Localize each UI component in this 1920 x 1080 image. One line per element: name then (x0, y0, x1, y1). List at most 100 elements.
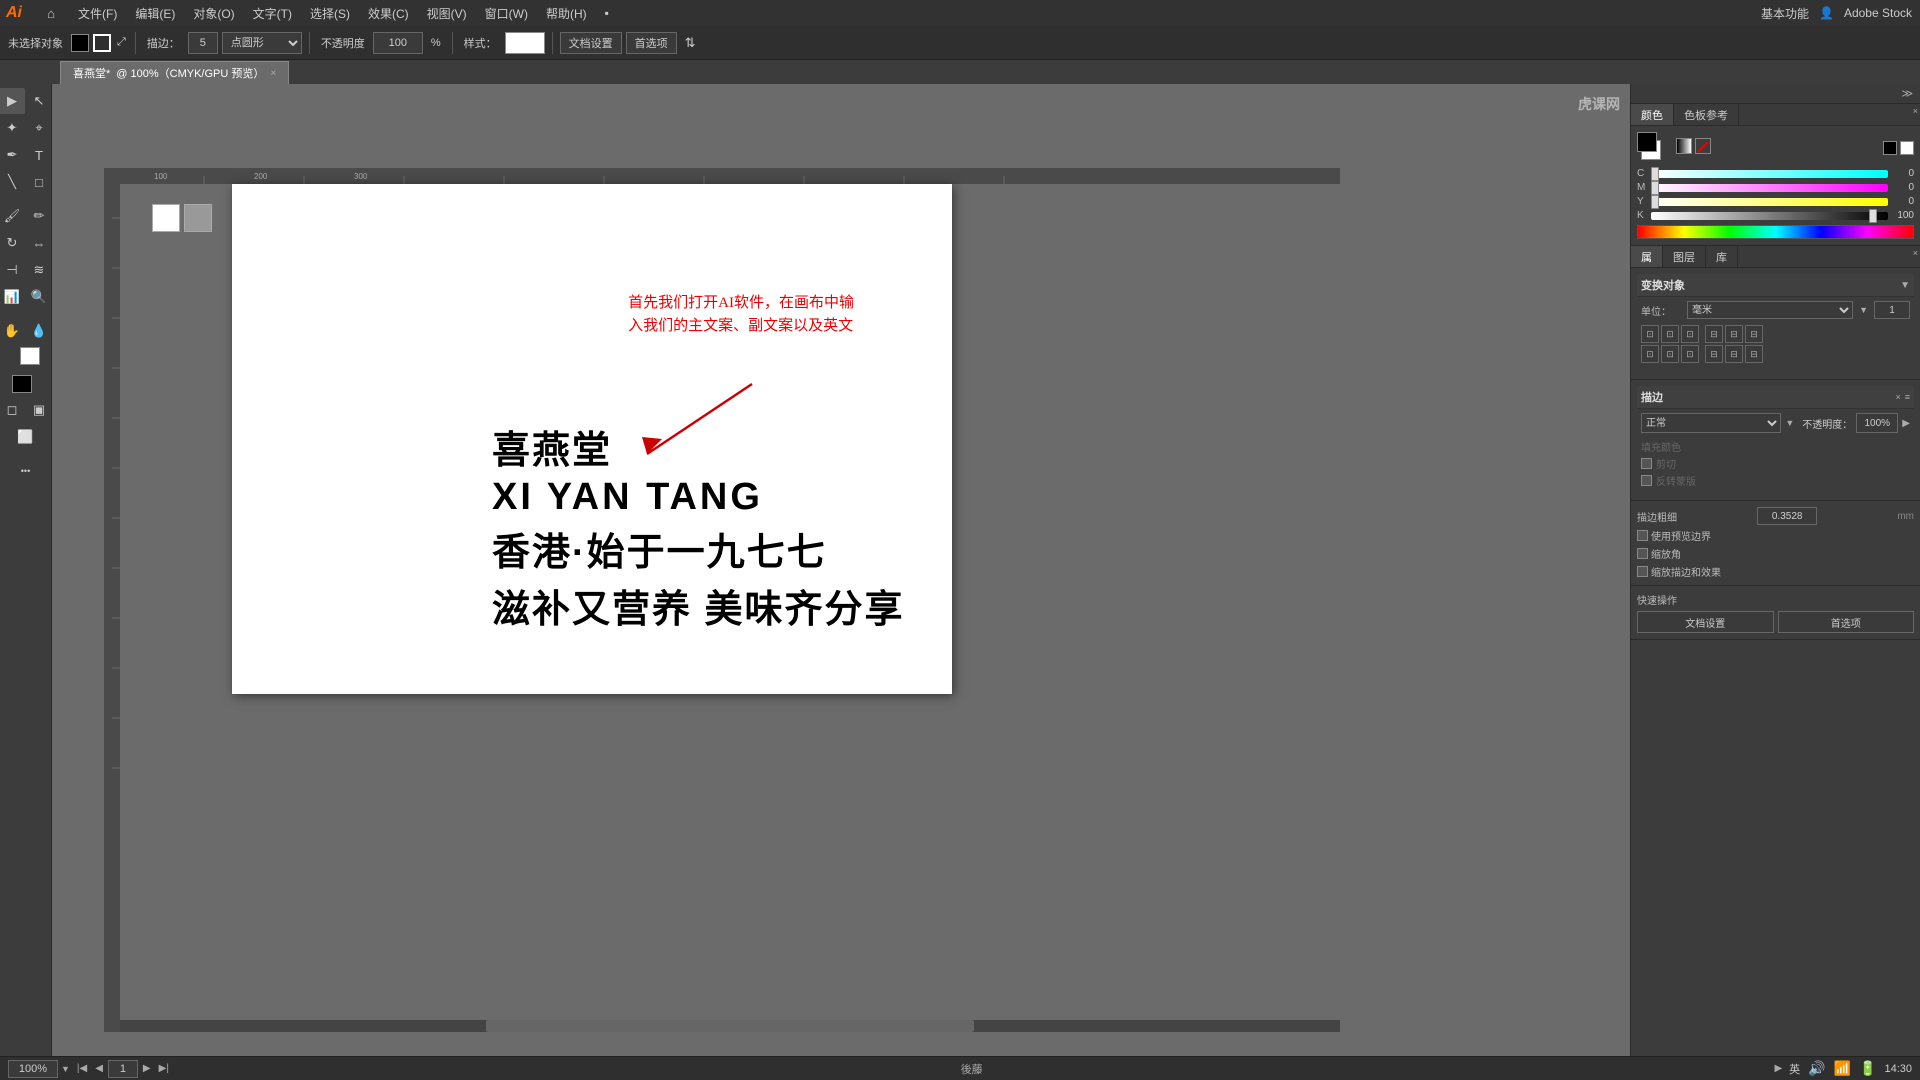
tray-icon-1[interactable]: 🔊 (1808, 1060, 1825, 1077)
color-panel-collapse[interactable]: × (1911, 104, 1920, 125)
m-thumb[interactable] (1651, 181, 1659, 195)
scroll-arrow-btn[interactable]: ▶ (1771, 1063, 1785, 1074)
stroke-size-input[interactable] (188, 32, 218, 54)
tab-color[interactable]: 颜色 (1631, 104, 1674, 125)
page-prev-btn[interactable]: ◀ (92, 1063, 106, 1074)
menu-file[interactable]: 文件(F) (70, 3, 125, 24)
menu-view-icon[interactable]: ▪ (597, 4, 617, 22)
dist-btn-3[interactable]: ⊟ (1745, 325, 1763, 343)
menu-window[interactable]: 窗口(W) (477, 3, 536, 24)
warp-tool[interactable]: ≋ (26, 257, 52, 283)
dist-btn-5[interactable]: ⊟ (1725, 345, 1743, 363)
invert-checkbox[interactable] (1641, 475, 1652, 486)
blend-dropdown[interactable]: ▼ (1785, 418, 1794, 428)
swatch-gray[interactable] (184, 204, 212, 232)
zoom-dropdown[interactable]: ▼ (61, 1064, 70, 1074)
zoom-tool[interactable]: 🔍 (26, 284, 52, 310)
screen-mode-btn[interactable]: ⬜ (13, 424, 39, 450)
fill-mode-btn[interactable]: ◻ (0, 397, 25, 423)
dist-btn-1[interactable]: ⊟ (1705, 325, 1723, 343)
page-last-btn[interactable]: ▶| (156, 1063, 172, 1074)
pencil-tool[interactable]: ✏ (26, 203, 52, 229)
isolate-checkbox[interactable] (1641, 458, 1652, 469)
lasso-tool[interactable]: ⌖ (26, 115, 52, 141)
align-btn-4[interactable]: ⊡ (1641, 345, 1659, 363)
paintbrush-tool[interactable]: 🖌 (0, 203, 25, 229)
scale-corners-checkbox[interactable] (1637, 548, 1648, 559)
c-slider[interactable] (1651, 170, 1888, 178)
dist-btn-4[interactable]: ⊟ (1705, 345, 1723, 363)
user-icon[interactable]: 👤 (1819, 6, 1834, 20)
align-btn-6[interactable]: ⊡ (1681, 345, 1699, 363)
align-btn-3[interactable]: ⊡ (1681, 325, 1699, 343)
more-tools-btn[interactable]: ••• (13, 458, 39, 484)
menu-text[interactable]: 文字(T) (245, 3, 300, 24)
document-tab[interactable]: 喜燕堂* @ 100%（CMYK/GPU 预览） × (60, 61, 289, 84)
direct-selection-tool[interactable]: ↖ (26, 88, 52, 114)
menu-effect[interactable]: 效果(C) (360, 3, 417, 24)
hand-tool[interactable]: ✋ (0, 318, 25, 344)
tray-icon-3[interactable]: 🔋 (1859, 1060, 1876, 1077)
workspace-label[interactable]: 基本功能 (1761, 5, 1809, 22)
align-btn-1[interactable]: ⊡ (1641, 325, 1659, 343)
doc-settings-btn[interactable]: 文档设置 (560, 32, 622, 54)
scrollbar-horizontal[interactable] (120, 1020, 1340, 1032)
ime-icon[interactable]: 英 (1789, 1061, 1800, 1077)
dist-btn-6[interactable]: ⊟ (1745, 345, 1763, 363)
align-btn-2[interactable]: ⊡ (1661, 325, 1679, 343)
white-swatch[interactable] (1900, 141, 1914, 155)
none-preview[interactable] (1695, 138, 1711, 154)
unit-select[interactable]: 毫米 (1687, 301, 1853, 319)
type-tool[interactable]: T (26, 142, 52, 168)
style-color[interactable] (505, 32, 545, 54)
arrange-icon[interactable]: ⇅ (685, 35, 696, 51)
menu-view[interactable]: 视图(V) (419, 3, 475, 24)
y-thumb[interactable] (1651, 195, 1659, 209)
menu-select[interactable]: 选择(S) (302, 3, 358, 24)
k-slider[interactable] (1651, 212, 1888, 220)
first-option-btn[interactable]: 首选项 (626, 32, 677, 54)
stroke-width-input[interactable] (1757, 507, 1817, 525)
rotate-tool[interactable]: ↻ (0, 230, 25, 256)
scrollbar-h-thumb[interactable] (486, 1020, 974, 1032)
page-num-input[interactable] (108, 1060, 138, 1078)
tab-close-btn[interactable]: × (270, 68, 276, 79)
tool-icon-1[interactable]: ⤢ (115, 36, 128, 49)
width-tool[interactable]: ⊣ (0, 257, 25, 283)
page-first-btn[interactable]: |◀ (74, 1063, 90, 1074)
stroke-shape-select[interactable]: 点圆形 (222, 32, 302, 54)
adobe-stock-label[interactable]: Adobe Stock (1844, 6, 1912, 20)
fill-swatch[interactable] (71, 34, 89, 52)
home-icon[interactable]: ⌂ (42, 4, 60, 22)
fg-color-swatch[interactable] (12, 375, 32, 393)
graph-tool[interactable]: 📊 (0, 284, 25, 310)
preview-bounds-checkbox[interactable] (1637, 530, 1648, 541)
menu-edit[interactable]: 编辑(E) (127, 3, 183, 24)
opacity-trans-input[interactable] (1856, 413, 1898, 433)
m-slider[interactable] (1651, 184, 1888, 192)
transform-header[interactable]: 变换对象 ▼ (1637, 274, 1914, 297)
color-spectrum[interactable] (1637, 225, 1914, 239)
k-thumb[interactable] (1869, 209, 1877, 223)
rect-tool[interactable]: □ (26, 169, 52, 195)
swatch-white[interactable] (152, 204, 180, 232)
pen-tool[interactable]: ✒ (0, 142, 25, 168)
transparency-collapse[interactable]: ≡ (1905, 392, 1910, 402)
tab-properties[interactable]: 属 (1631, 246, 1663, 267)
blend-mode-select[interactable]: 正常 (1641, 413, 1781, 433)
opacity-input[interactable] (373, 32, 423, 54)
stroke-swatch[interactable] (93, 34, 111, 52)
line-tool[interactable]: ╲ (0, 169, 25, 195)
tab-libraries[interactable]: 库 (1706, 246, 1738, 267)
trans-arrow[interactable]: ▶ (1902, 418, 1910, 429)
zoom-input[interactable] (8, 1060, 58, 1078)
menu-help[interactable]: 帮助(H) (538, 3, 595, 24)
fill-preview[interactable] (1637, 132, 1657, 152)
tray-icon-2[interactable]: 📶 (1834, 1060, 1851, 1077)
magic-wand-tool[interactable]: ✦ (0, 115, 25, 141)
dist-btn-2[interactable]: ⊟ (1725, 325, 1743, 343)
gradient-preview[interactable] (1676, 138, 1692, 154)
qa-preferences-btn[interactable]: 首选项 (1778, 611, 1915, 633)
panel-collapse-double[interactable]: ≫ (1898, 86, 1916, 101)
transform-expand-icon[interactable]: ▼ (1900, 280, 1910, 291)
